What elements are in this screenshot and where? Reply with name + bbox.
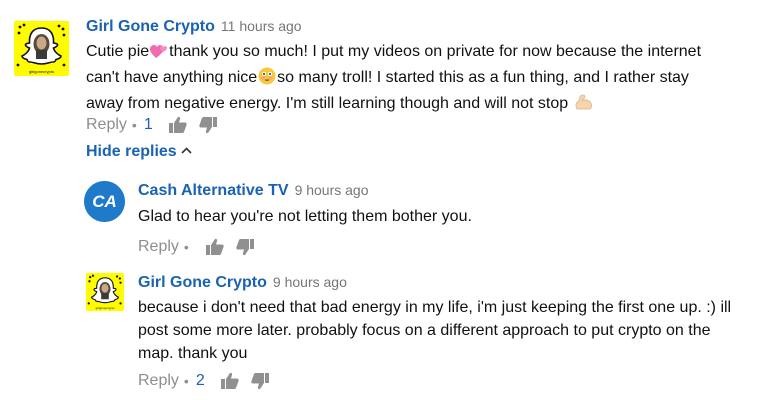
avatar-caption: girlgonecrypto <box>95 306 115 310</box>
author-name[interactable]: Girl Gone Crypto <box>138 274 267 291</box>
comment-text-line: Cutie pie <box>86 43 150 60</box>
comment-text-line: post some more later. probably focus on … <box>138 322 711 339</box>
comment-actions: Reply • 1 <box>86 114 228 136</box>
thumbs-up-icon[interactable] <box>205 237 225 257</box>
avatar[interactable]: girlgonecrypto <box>14 21 69 76</box>
comment-text-line: map. thank you <box>138 345 248 362</box>
thumbs-up-icon[interactable] <box>220 371 240 391</box>
comment-text-line: because i don't need that bad energy in … <box>138 299 732 316</box>
reply-button[interactable]: Reply <box>138 238 179 256</box>
separator-dot: • <box>183 373 189 389</box>
like-count: 2 <box>195 372 205 389</box>
thumbs-down-icon[interactable] <box>235 237 255 257</box>
author-name[interactable]: Girl Gone Crypto <box>86 18 215 35</box>
two-hearts-emoji <box>150 43 168 66</box>
flushed-face-emoji <box>258 67 276 92</box>
comment-actions: Reply • 2 <box>138 370 280 392</box>
hide-replies-button[interactable]: Hide replies <box>86 143 192 161</box>
reply-button[interactable]: Reply <box>138 372 179 390</box>
comment-text: because i don't need that bad energy in … <box>138 296 758 365</box>
hide-replies-label: Hide replies <box>86 143 177 160</box>
comment-text-line: thank you so much! I put my videos on pr… <box>169 43 702 60</box>
avatar[interactable]: CA <box>84 181 125 222</box>
avatar[interactable]: girlgonecrypto <box>86 273 124 311</box>
thumbs-down-icon[interactable] <box>198 115 218 135</box>
like-count: 1 <box>143 116 153 133</box>
comment-header: Cash Alternative TV 9 hours ago <box>138 182 369 200</box>
flexed-biceps-emoji <box>574 93 594 118</box>
timestamp[interactable]: 9 hours ago <box>295 182 369 198</box>
thumbs-up-icon[interactable] <box>168 115 188 135</box>
comment-header: Girl Gone Crypto 11 hours ago <box>86 18 302 36</box>
comment-text: Glad to hear you're not letting them bot… <box>138 205 748 228</box>
reply-button[interactable]: Reply <box>86 116 127 134</box>
chevron-up-icon <box>181 147 192 154</box>
comment-text-line: Glad to hear you're not letting them bot… <box>138 208 472 225</box>
separator-dot: • <box>183 239 189 255</box>
comment-header: Girl Gone Crypto 9 hours ago <box>138 274 347 292</box>
comment-text-line: can't have anything nice <box>86 69 258 86</box>
thumbs-down-icon[interactable] <box>250 371 270 391</box>
timestamp[interactable]: 9 hours ago <box>273 274 347 290</box>
comment-text: Cutie pie thank you so much! I put my vid… <box>86 40 756 118</box>
svg-text:CA: CA <box>92 192 117 211</box>
ca-logo-avatar: CA <box>84 181 125 222</box>
avatar-caption: girlgonecrypto <box>28 69 55 74</box>
author-name[interactable]: Cash Alternative TV <box>138 182 289 199</box>
comment-text-line: so many troll! I started this as a fun t… <box>277 69 689 86</box>
timestamp[interactable]: 11 hours ago <box>221 18 302 34</box>
comment-actions: Reply • <box>138 236 265 258</box>
separator-dot: • <box>131 117 137 133</box>
snapcode-avatar <box>14 21 69 76</box>
comment-text-line: away from negative energy. I'm still lea… <box>86 95 569 112</box>
